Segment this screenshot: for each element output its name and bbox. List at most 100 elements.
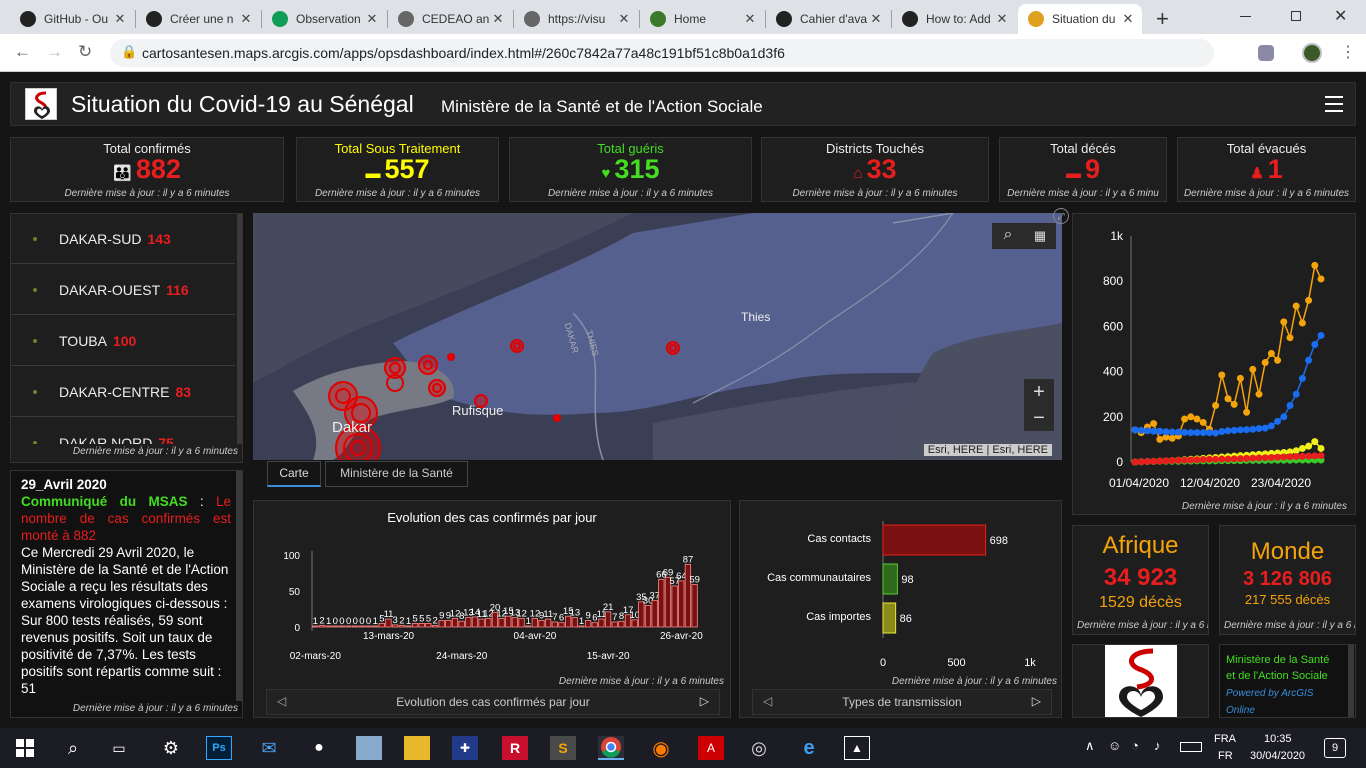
map-search-icon[interactable]: ⌕ [992, 223, 1024, 249]
clock-time[interactable]: 10:35 [1264, 733, 1292, 745]
task-view-icon[interactable]: ▭ [106, 736, 132, 760]
menu-dots-icon[interactable]: ⋮ [1340, 42, 1356, 62]
trend-point [1249, 425, 1257, 433]
tab-carte[interactable]: Carte [267, 461, 321, 487]
zoom-out-button[interactable]: − [1024, 405, 1054, 431]
ministry-link-line1[interactable]: Ministère de la Santé [1226, 654, 1329, 666]
tray-user-icon[interactable]: ☺ [1108, 738, 1121, 753]
browser-tab[interactable]: https://visu ✕ [514, 4, 638, 34]
tab-ministere[interactable]: Ministère de la Santé [325, 461, 468, 487]
notification-icon[interactable]: 9 [1324, 738, 1346, 758]
district-list-item[interactable]: DAKAR NORD 75 [11, 418, 235, 444]
tab-title: GitHub - Ou [44, 12, 109, 26]
trend-point [1317, 331, 1325, 339]
trend-point [1243, 408, 1251, 416]
acrobat-icon[interactable]: A [698, 736, 724, 760]
clock-date[interactable]: 30/04/2020 [1250, 750, 1305, 762]
close-tab-icon[interactable]: ✕ [238, 11, 254, 27]
ministry-link-panel[interactable]: Ministère de la Santé et de l'Action Soc… [1219, 644, 1356, 718]
close-tab-icon[interactable]: ✕ [112, 11, 128, 27]
trend-point [1274, 453, 1282, 461]
news-scrollbar[interactable] [236, 471, 242, 701]
indicator-card: Total confirmés 👪 882 Dernière mise à jour … [10, 137, 284, 202]
new-tab-button[interactable]: + [1156, 6, 1169, 32]
indicator-card: Districts Touchés ⌂ 33 Dernière mise à jour… [761, 137, 989, 202]
browser-tab[interactable]: GitHub - Ou ✕ [10, 4, 134, 34]
forward-icon[interactable]: → [46, 42, 63, 62]
trend-point [1311, 340, 1319, 348]
reload-icon[interactable]: ↻ [78, 42, 92, 62]
firefox-icon[interactable]: ◉ [648, 736, 674, 760]
powered-by-arcgis[interactable]: Powered by ArcGIS [1226, 688, 1313, 699]
daily-bar [545, 618, 552, 628]
close-tab-icon[interactable]: ✕ [742, 11, 758, 27]
bar-data-label: 1 [579, 616, 584, 627]
back-icon[interactable]: ← [14, 42, 31, 62]
map-panel[interactable]: Thies Rufisque Dakar DAKAR THIES ⌕ ▦ + −… [253, 213, 1062, 460]
next-arrow-icon[interactable]: ▷ [1032, 694, 1041, 708]
browser-tab[interactable]: Créer une n ✕ [136, 4, 260, 34]
chrome-icon[interactable] [598, 736, 624, 760]
keyboard-icon[interactable] [1180, 742, 1202, 752]
settings-gear-icon[interactable]: ⚙ [158, 736, 184, 760]
map-canvas[interactable] [253, 213, 1062, 460]
daily-bar [598, 618, 605, 628]
mail-icon[interactable]: ✉ [256, 736, 282, 760]
trend-point [1280, 413, 1288, 421]
penguin-icon[interactable]: ● [306, 736, 332, 760]
language-flag-icon[interactable]: ✚ [452, 736, 478, 760]
expand-icon[interactable]: ⤢ [1053, 208, 1069, 224]
layout-indicator[interactable]: FR [1218, 750, 1233, 762]
close-window-button[interactable]: ✕ [1334, 6, 1347, 26]
profile-avatar[interactable] [1302, 43, 1322, 63]
browser-tab[interactable]: Cahier d'ava ✕ [766, 4, 890, 34]
list-scrollbar[interactable] [237, 214, 242, 444]
maximize-button[interactable] [1291, 11, 1301, 21]
link-scrollbar[interactable] [1348, 645, 1354, 717]
afrique-title: Afrique [1102, 532, 1179, 559]
notepad-icon[interactable] [356, 736, 382, 760]
edge-icon[interactable]: e [796, 736, 822, 760]
close-tab-icon[interactable]: ✕ [616, 11, 632, 27]
zoom-in-button[interactable]: + [1024, 379, 1054, 405]
district-count: 100 [112, 332, 137, 349]
photoshop-icon[interactable]: Ps [206, 736, 232, 760]
trend-point [1267, 350, 1275, 358]
close-tab-icon[interactable]: ✕ [868, 11, 884, 27]
photos-icon[interactable]: ▲ [844, 736, 870, 760]
next-arrow-icon[interactable]: ▷ [700, 694, 709, 708]
r-app-icon[interactable]: R [502, 736, 528, 760]
arcgis-online[interactable]: Online [1226, 705, 1255, 716]
trend-point [1286, 453, 1294, 461]
tray-chevron-icon[interactable]: ∧ [1085, 738, 1095, 754]
browser-tab[interactable]: Observation ✕ [262, 4, 386, 34]
windows-start-icon[interactable] [12, 736, 38, 760]
close-tab-icon[interactable]: ✕ [490, 11, 506, 27]
map-attribution: Esri, HERE | Esri, HERE [923, 444, 1052, 456]
hamburger-menu-icon[interactable] [1325, 96, 1343, 112]
district-list-item[interactable]: DAKAR-OUEST 116 [11, 265, 235, 315]
extension-icon[interactable] [1258, 45, 1274, 61]
browser-tab[interactable]: CEDEAO an ✕ [388, 4, 512, 34]
url-field[interactable]: 🔒 cartosantesen.maps.arcgis.com/apps/ops… [110, 39, 1214, 67]
browser-tab[interactable]: Home ✕ [640, 4, 764, 34]
wifi-icon[interactable]: ◔ [1131, 738, 1139, 753]
sublime-icon[interactable]: S [550, 736, 576, 760]
map-qr-icon[interactable]: ▦ [1024, 223, 1056, 249]
close-tab-icon[interactable]: ✕ [994, 11, 1010, 27]
media-player-icon[interactable]: ◎ [746, 736, 772, 760]
close-tab-icon[interactable]: ✕ [1120, 11, 1136, 27]
file-explorer-icon[interactable] [404, 736, 430, 760]
browser-tab[interactable]: How to: Add ✕ [892, 4, 1016, 34]
ministry-link-line2[interactable]: et de l'Action Sociale [1226, 670, 1328, 682]
language-indicator[interactable]: FRA [1214, 733, 1236, 745]
minimize-button[interactable] [1240, 16, 1251, 17]
search-icon[interactable]: ⌕ [60, 736, 86, 760]
district-list-item[interactable]: TOUBA 100 [11, 316, 235, 366]
district-list-item[interactable]: DAKAR-CENTRE 83 [11, 367, 235, 417]
volume-icon[interactable]: ♪ [1154, 738, 1161, 753]
district-list-item[interactable]: DAKAR-SUD 143 [11, 214, 235, 264]
browser-tab[interactable]: Situation du ✕ [1018, 4, 1142, 34]
close-tab-icon[interactable]: ✕ [364, 11, 380, 27]
daily-bar [485, 617, 492, 628]
